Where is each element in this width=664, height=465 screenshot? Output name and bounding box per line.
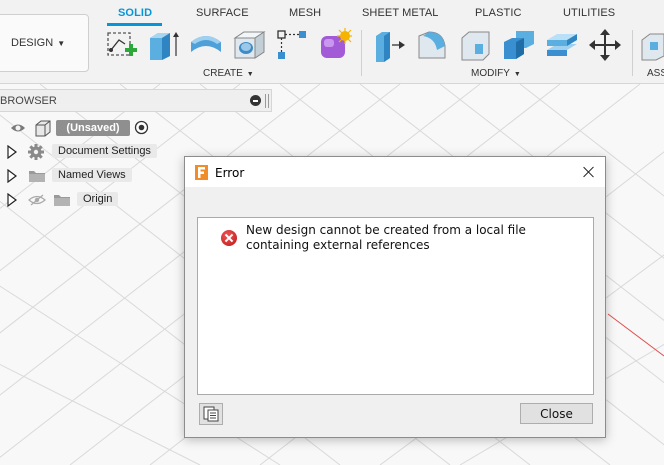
browser-item-document-settings[interactable]: Document Settings — [52, 144, 157, 158]
shell-icon[interactable] — [545, 28, 579, 62]
error-message: New design cannot be created from a loca… — [246, 223, 526, 252]
gear-icon — [28, 144, 44, 160]
main-toolbar: DESIGN ▼ SOLID SURFACE MESH SHEET METAL … — [0, 0, 664, 84]
create-sketch-icon[interactable] — [105, 28, 139, 62]
create-form-icon[interactable] — [318, 28, 352, 62]
tab-solid[interactable]: SOLID — [118, 7, 152, 19]
dialog-message-area: New design cannot be created from a loca… — [197, 217, 594, 395]
combine-icon[interactable] — [502, 28, 536, 62]
document-component-icon — [35, 120, 51, 137]
copy-details-button[interactable] — [199, 403, 223, 425]
assemble-group-label[interactable]: ASS — [647, 68, 664, 79]
move-icon[interactable] — [588, 28, 622, 62]
revolve-icon[interactable] — [189, 28, 223, 62]
dialog-titlebar[interactable]: Error — [185, 157, 605, 187]
tab-utilities[interactable]: UTILITIES — [563, 7, 615, 19]
tab-surface[interactable]: SURFACE — [196, 7, 249, 19]
tab-mesh[interactable]: MESH — [289, 7, 321, 19]
workspace-label: DESIGN — [11, 37, 54, 49]
error-icon — [221, 230, 237, 246]
workspace-switcher-button[interactable]: DESIGN ▼ — [0, 14, 89, 72]
close-button[interactable]: Close — [520, 403, 593, 424]
fillet-icon[interactable] — [415, 28, 449, 62]
press-pull-icon[interactable] — [372, 28, 406, 62]
root-document-label[interactable]: (Unsaved) — [56, 120, 130, 136]
folder-icon — [29, 171, 45, 182]
modify-label-text: MODIFY — [471, 68, 510, 79]
visibility-eye-icon[interactable] — [10, 121, 26, 135]
chamfer-icon[interactable] — [459, 28, 493, 62]
expand-arrow-icon[interactable] — [7, 145, 17, 159]
caret-down-icon: ▼ — [57, 38, 66, 48]
browser-item-origin[interactable]: Origin — [77, 192, 119, 206]
toolbar-separator — [632, 30, 633, 76]
caret-down-icon: ▼ — [244, 71, 254, 78]
folder-icon — [54, 195, 70, 206]
caret-down-icon: ▼ — [511, 71, 521, 78]
close-icon[interactable] — [581, 164, 597, 180]
fusion-app-icon — [195, 165, 208, 180]
collapse-icon[interactable] — [250, 95, 261, 106]
create-label-text: CREATE — [203, 68, 243, 79]
browser-header: BROWSER — [0, 89, 272, 112]
expand-arrow-icon[interactable] — [7, 169, 17, 183]
copy-details-icon — [203, 406, 219, 422]
active-tab-indicator — [107, 23, 162, 26]
activate-radio-icon[interactable] — [134, 120, 149, 135]
pattern-icon[interactable] — [275, 28, 309, 62]
toolbar-separator — [361, 30, 362, 76]
new-component-icon[interactable] — [640, 28, 664, 62]
panel-grip-handle[interactable] — [265, 94, 269, 108]
dialog-title: Error — [215, 166, 245, 180]
hole-icon[interactable] — [232, 28, 266, 62]
error-dialog: Error New design cannot be created from … — [184, 156, 606, 438]
browser-item-named-views[interactable]: Named Views — [52, 168, 132, 182]
tab-plastic[interactable]: PLASTIC — [475, 7, 522, 19]
extrude-icon[interactable] — [146, 28, 180, 62]
modify-group-label[interactable]: MODIFY ▼ — [471, 68, 521, 79]
browser-title: BROWSER — [0, 94, 57, 107]
tab-sheet-metal[interactable]: SHEET METAL — [362, 7, 439, 19]
expand-arrow-icon[interactable] — [7, 193, 17, 207]
hidden-eye-icon[interactable] — [28, 194, 46, 206]
create-group-label[interactable]: CREATE ▼ — [203, 68, 254, 79]
